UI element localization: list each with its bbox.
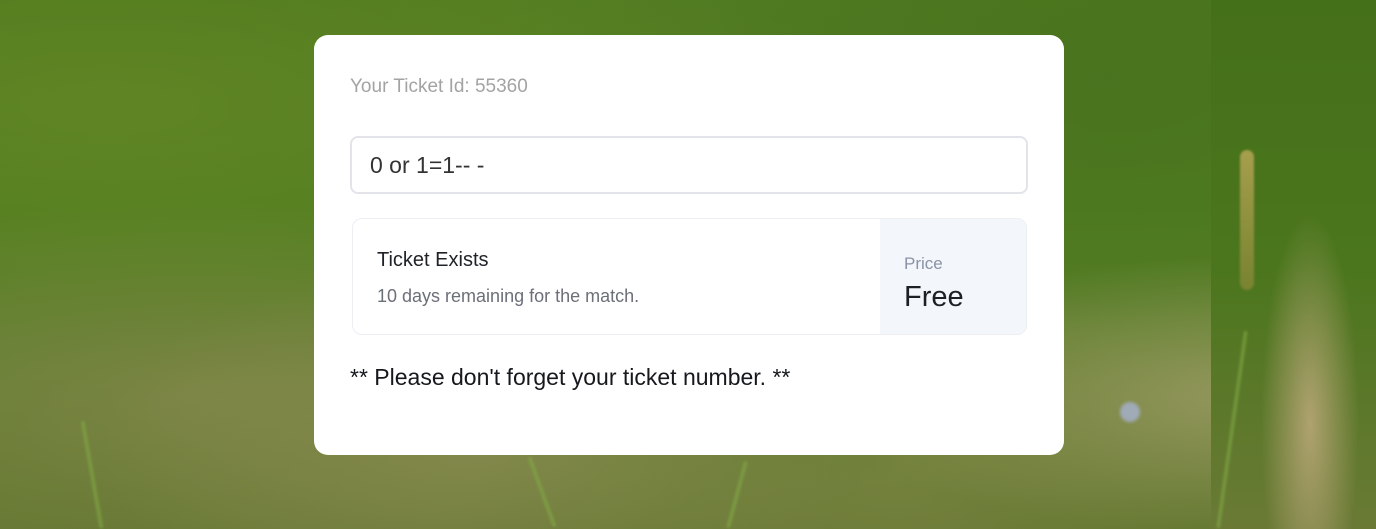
background-strip [1211, 0, 1376, 529]
grass-stalk [1240, 150, 1254, 290]
price-panel: Price Free [880, 219, 1026, 334]
price-label: Price [904, 254, 943, 273]
result-subtitle: 10 days remaining for the match. [377, 286, 640, 306]
ticket-result-box: Ticket Exists 10 days remaining for the … [352, 218, 1027, 335]
flower [1120, 402, 1140, 422]
ticket-id-label: Your Ticket Id: 55360 [350, 76, 528, 97]
ticket-number-input[interactable] [350, 136, 1028, 194]
grass-blade [527, 456, 557, 528]
grass-blade [80, 420, 104, 529]
reminder-notice: ** Please don't forget your ticket numbe… [350, 364, 791, 390]
ticket-card: Your Ticket Id: 55360 Ticket Exists 10 d… [314, 35, 1064, 455]
price-value: Free [904, 281, 964, 313]
result-title: Ticket Exists [377, 249, 489, 271]
grass-blade [726, 460, 748, 529]
